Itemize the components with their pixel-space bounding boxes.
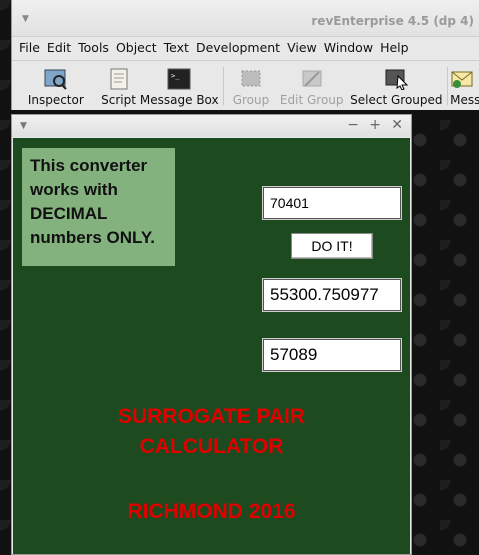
menu-view[interactable]: View <box>287 40 317 55</box>
close-icon[interactable]: ✕ <box>391 117 403 133</box>
edit-group-icon <box>299 68 325 90</box>
menu-help[interactable]: Help <box>380 40 409 55</box>
group-icon <box>238 68 264 90</box>
script-icon <box>106 68 132 90</box>
message-box-icon: >_ <box>166 68 192 90</box>
menu-window[interactable]: Window <box>324 40 373 55</box>
menu-text[interactable]: Text <box>164 40 189 55</box>
select-grouped-button[interactable]: Select Grouped <box>348 61 446 111</box>
menu-tools[interactable]: Tools <box>78 40 109 55</box>
low-surrogate-field[interactable]: 57089 <box>262 338 402 372</box>
minimize-icon[interactable]: − <box>347 117 359 133</box>
menu-object[interactable]: Object <box>116 40 157 55</box>
menu-development[interactable]: Development <box>196 40 280 55</box>
inspector-icon <box>43 68 69 90</box>
footer-credit: RICHMOND 2016 <box>127 500 296 523</box>
edit-group-button[interactable]: Edit Group <box>276 61 348 111</box>
messages-button[interactable]: Mess <box>450 61 479 111</box>
info-label: This converter works with DECIMAL number… <box>22 148 175 266</box>
stack-titlebar: ▼ − + ✕ <box>12 115 411 137</box>
toolbar-separator <box>223 67 225 105</box>
menu-file[interactable]: File <box>19 40 40 55</box>
toolbar: Inspector Script >_ Message Box Group Ed <box>12 60 479 111</box>
message-box-button[interactable]: >_ Message Box <box>137 61 221 111</box>
window-menu-icon[interactable]: ▼ <box>20 121 27 131</box>
high-surrogate-field[interactable]: 55300.750977 <box>262 278 402 312</box>
maximize-icon[interactable]: + <box>369 117 381 133</box>
do-it-button[interactable]: DO IT! <box>291 233 373 259</box>
decimal-input-field[interactable]: 70401 <box>262 186 402 220</box>
stack-card: This converter works with DECIMAL number… <box>13 138 410 554</box>
toolbar-separator <box>447 67 449 105</box>
svg-text:>_: >_ <box>171 72 180 80</box>
title-line-1: SURROGATE PAIR <box>117 405 306 428</box>
messages-icon <box>450 68 476 90</box>
select-grouped-icon <box>383 68 409 91</box>
ide-titlebar: ▼ revEnterprise 4.5 (dp 4) <box>12 0 479 37</box>
group-button[interactable]: Group <box>226 61 276 111</box>
window-menu-icon[interactable]: ▼ <box>22 14 29 24</box>
ide-title: revEnterprise 4.5 (dp 4) <box>311 14 474 28</box>
title-line-2: CALCULATOR <box>139 435 284 458</box>
script-button[interactable]: Script <box>100 61 138 111</box>
ide-window: ▼ revEnterprise 4.5 (dp 4) File Edit Too… <box>11 0 479 110</box>
stack-window: ▼ − + ✕ This converter works with DECIMA… <box>11 114 412 555</box>
menu-edit[interactable]: Edit <box>47 40 71 55</box>
inspector-button[interactable]: Inspector <box>12 61 100 111</box>
menubar: File Edit Tools Object Text Development … <box>12 36 479 58</box>
